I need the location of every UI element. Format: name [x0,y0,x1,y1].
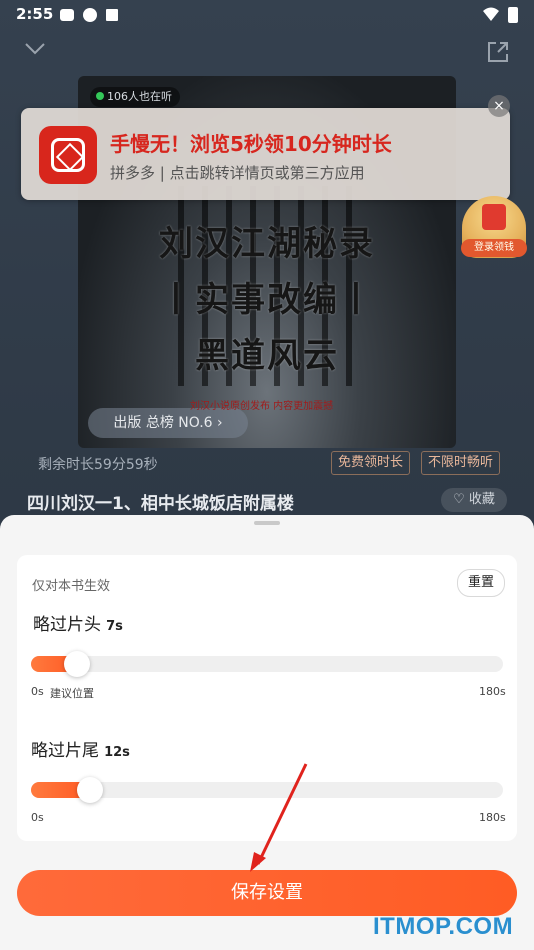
outro-label-row: 略过片尾 12s [31,736,130,761]
ad-title: 手慢无！浏览5秒领10分钟时长 [110,132,392,156]
intro-slider-thumb[interactable] [64,651,90,677]
outro-value: 12s [104,745,130,760]
intro-min-label: 0s [31,685,44,698]
collapse-chevron-icon[interactable] [24,42,46,56]
ad-close-button[interactable]: × [488,95,510,117]
intro-label: 略过片头 [33,615,101,635]
sheet-grabber[interactable] [254,521,280,525]
cover-title-line-1: 刘汉江湖秘录 [159,224,375,264]
outro-slider-thumb[interactable] [77,777,103,803]
unlimited-chip[interactable]: 不限时畅听 [421,451,501,475]
scope-label: 仅对本书生效 [32,579,111,594]
cover-title-line-3: 黑道风云 [195,336,339,376]
listeners-badge: 106人也在听 [90,87,180,107]
listeners-text: 106人也在听 [107,90,172,103]
cover-title-line-2: 丨实事改编丨 [159,280,375,320]
outro-label: 略过片尾 [31,741,99,761]
pinduoduo-logo [39,126,97,184]
ad-subtitle: 拼多多 | 点击跳转详情页或第三方应用 [110,164,365,182]
rank-label: 出版 总榜 NO.6 [113,415,213,431]
cover-note: 刘汉小说原创发布 内容更加震撼 [190,401,334,412]
share-icon[interactable] [485,40,511,64]
outro-max-label: 180s [479,811,506,824]
heart-icon: ♡ [453,492,465,507]
status-bar: 2:55 [0,0,534,30]
reset-button[interactable]: 重置 [457,569,505,597]
intro-slider[interactable] [31,656,503,672]
status-notification-icons [60,8,118,22]
live-dot-icon [96,92,104,100]
collect-button[interactable]: ♡ 收藏 [441,488,507,512]
intro-max-label: 180s [479,685,506,698]
intro-suggest-label: 建议位置 [50,687,94,700]
remaining-time: 剩余时长59分59秒 [38,457,158,473]
collect-label: 收藏 [468,492,495,507]
status-time: 2:55 [16,5,54,23]
rank-chevron-icon: › [217,415,223,431]
watermark: ITMOP.COM [373,913,514,940]
chapter-title: 四川刘汉一1、相中长城饭店附属楼 [27,494,294,514]
red-packet-label[interactable]: 登录领钱 [461,239,527,257]
outro-min-label: 0s [31,811,44,824]
intro-label-row: 略过片头 7s [33,610,123,635]
ad-banner[interactable]: 手慢无！浏览5秒领10分钟时长 拼多多 | 点击跳转详情页或第三方应用 [21,108,510,200]
wifi-battery-icon [483,7,518,23]
free-time-chip[interactable]: 免费领时长 [331,451,411,475]
annotation-arrow-icon [250,763,308,872]
intro-value: 7s [106,619,123,634]
